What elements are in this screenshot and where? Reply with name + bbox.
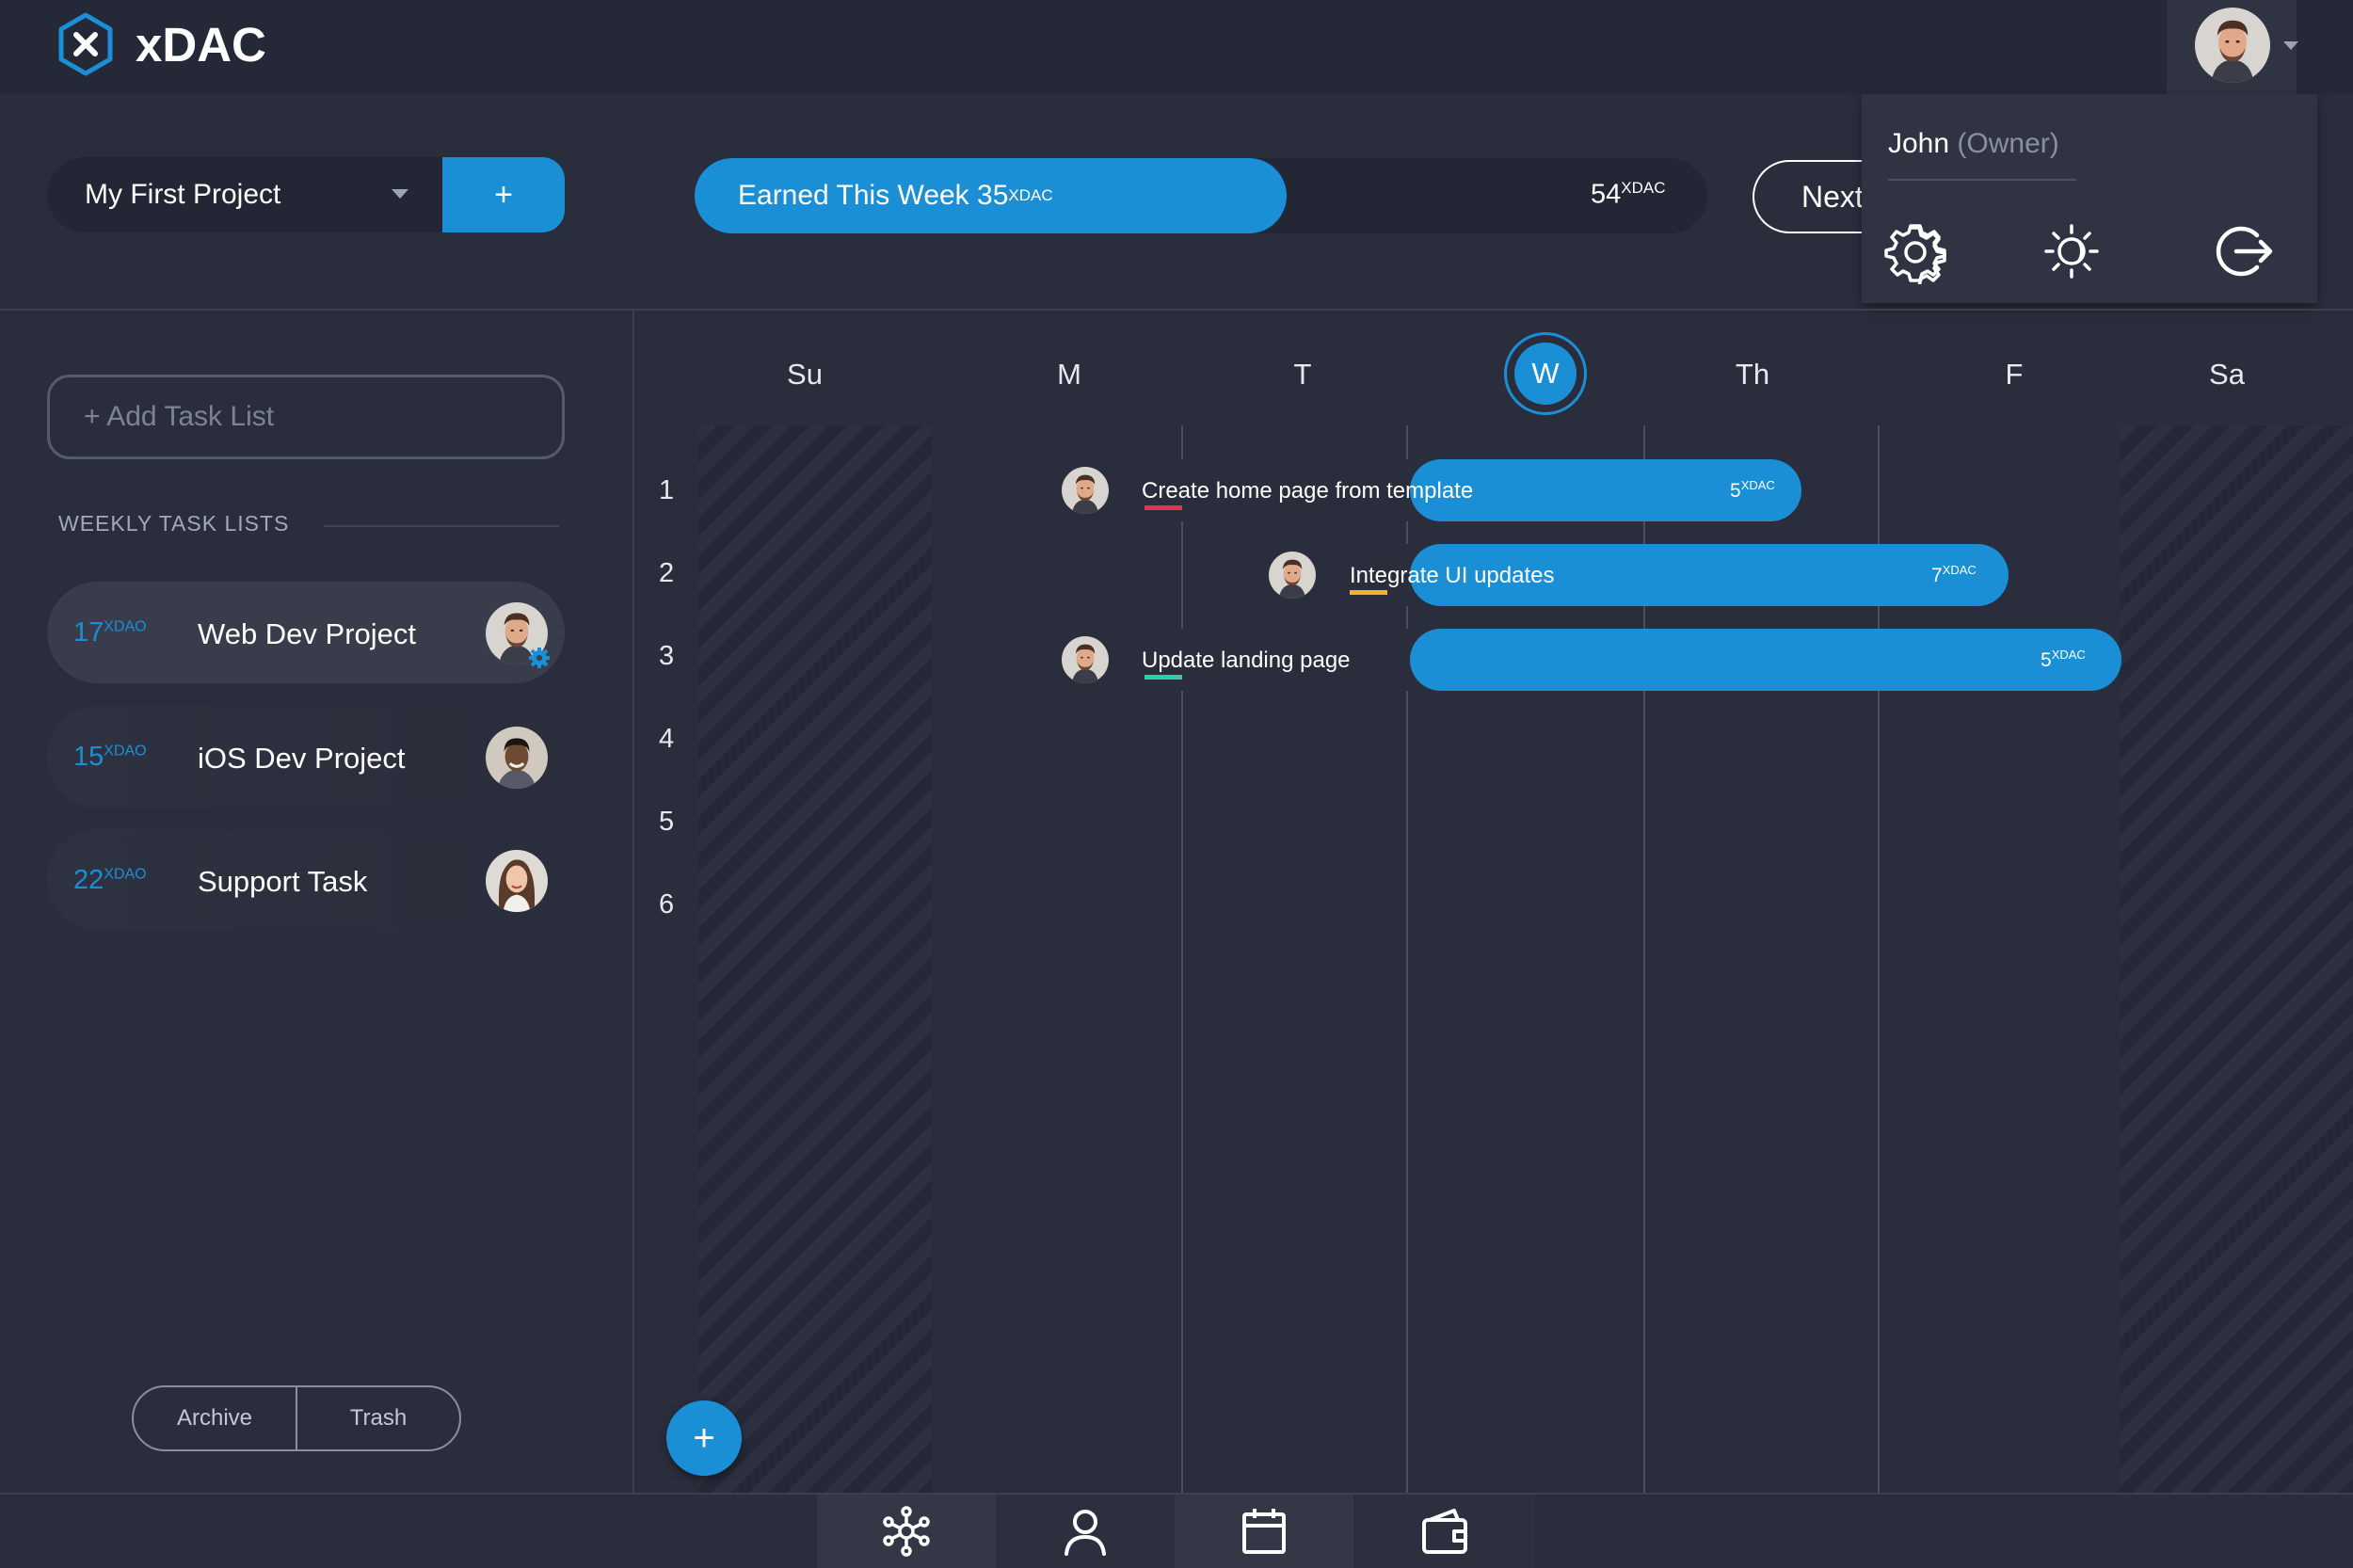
header-divider [0,309,2353,311]
task-list-amount: 17XDAO [73,617,147,648]
day-header-thursday[interactable]: Th [1736,358,1769,392]
task-list-item[interactable]: 15XDAO iOS Dev Project [47,706,565,808]
task-value-number: 5 [2041,649,2052,671]
add-project-button[interactable]: + [442,157,565,232]
user-name: John (Owner) [1888,128,2059,160]
task-bar[interactable] [1410,629,2121,691]
task-title[interactable]: Integrate UI updates [1350,563,1554,589]
row-number: 3 [659,641,675,671]
earnings-progress: Earned This Week 35 XDAC [695,158,1287,233]
task-value: 7XDAC [1931,563,1977,587]
earnings-goal: 54XDAC [1591,179,1666,211]
earnings-unit: XDAC [1008,186,1053,204]
add-task-list-button[interactable]: + Add Task List [47,375,565,459]
network-icon [883,1506,930,1557]
task-value: 5XDAC [1730,478,1775,503]
user-menu-toggle[interactable] [2167,0,2298,94]
user-name-text: John [1888,128,1950,159]
trash-button[interactable]: Trash [296,1387,459,1449]
task-list-amount: 15XDAO [73,742,147,773]
day-header-saturday[interactable]: Sa [2209,358,2245,392]
row-number: 5 [659,807,675,837]
task-title[interactable]: Create home page from template [1142,478,1473,504]
amount-value: 15 [73,742,104,772]
divider [1888,179,2076,181]
avatar [486,850,548,912]
xdac-logo-icon [58,12,113,76]
calendar-icon [1242,1509,1286,1554]
caret-down-icon [392,189,408,199]
task-title[interactable]: Update landing page [1142,648,1351,674]
row-number: 4 [659,724,675,754]
wallet-icon [1422,1509,1467,1554]
task-assignee-avatar [1269,552,1316,599]
add-task-button[interactable]: + [666,1400,742,1476]
amount-unit: XDAO [104,866,147,883]
avatar [486,727,548,789]
task-list-item[interactable]: 17XDAO Web Dev Project [47,582,565,683]
task-list-name: iOS Dev Project [198,742,406,775]
settings-gear-icon[interactable] [1882,218,1948,284]
task-list-item[interactable]: 22XDAO Support Task [47,829,565,931]
nav-wallet-button[interactable] [1355,1495,1534,1568]
app-name: xDAC [136,17,266,72]
task-value-unit: XDAC [2051,648,2086,662]
task-list-amount: 22XDAO [73,865,147,896]
earnings-goal-value: 54 [1591,179,1622,210]
task-value-number: 7 [1931,565,1943,586]
task-assignee-avatar [1062,636,1109,683]
nav-calendar-button[interactable] [1175,1495,1353,1568]
user-icon [1064,1510,1106,1556]
day-header-monday[interactable]: M [1057,358,1081,392]
day-header-friday[interactable]: F [2006,358,2024,392]
task-priority-tag [1144,675,1182,680]
amount-value: 17 [73,617,104,648]
user-dropdown: John (Owner) [1862,94,2317,303]
earnings-label: Earned This Week 35 [738,180,1009,211]
nav-network-button[interactable] [817,1495,996,1568]
row-number: 1 [659,475,675,505]
task-assignee-avatar [1062,467,1109,514]
task-list-name: Web Dev Project [198,617,417,650]
theme-toggle-icon[interactable] [2039,218,2105,284]
section-label: WEEKLY TASK LISTS [58,511,290,536]
day-header-wednesday[interactable]: W [1514,343,1577,405]
user-role: (Owner) [1957,128,2059,159]
amount-value: 22 [73,865,104,895]
project-select-value: My First Project [85,179,281,210]
column-divider [1181,425,1183,1493]
row-number: 6 [659,889,675,920]
logout-icon[interactable] [2210,218,2276,284]
task-priority-tag [1350,590,1387,595]
weekend-column-sunday [698,425,932,1493]
chevron-down-icon [2283,41,2298,50]
amount-unit: XDAO [104,743,147,760]
task-priority-tag [1144,505,1182,510]
weekend-column-saturday [2120,425,2353,1493]
archive-button[interactable]: Archive [134,1387,296,1449]
archive-trash-group: Archive Trash [132,1385,461,1451]
amount-unit: XDAO [104,618,147,635]
app-logo[interactable]: xDAC [53,11,266,77]
row-number: 2 [659,558,675,588]
section-divider [324,525,559,527]
task-value: 5XDAC [2041,648,2086,672]
day-header-tuesday[interactable]: T [1294,358,1312,392]
project-select[interactable]: My First Project [47,157,442,232]
task-value-unit: XDAC [1740,478,1775,492]
sidebar-divider [632,311,634,1493]
top-bar: xDAC [0,0,2353,94]
nav-profile-button[interactable] [996,1495,1175,1568]
earnings-goal-unit: XDAC [1621,179,1666,197]
task-list-name: Support Task [198,865,368,898]
gear-badge-icon [529,648,550,668]
day-header-sunday[interactable]: Su [787,358,823,392]
user-avatar [2195,8,2270,83]
task-value-unit: XDAC [1942,563,1977,577]
task-value-number: 5 [1730,480,1741,502]
